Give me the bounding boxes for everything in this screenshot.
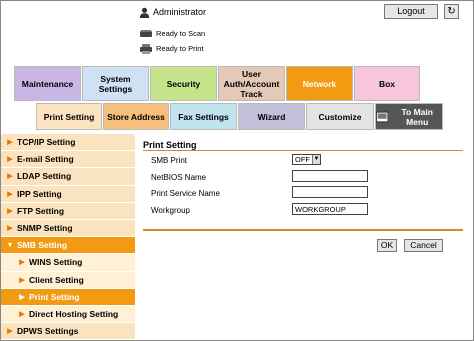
scanner-icon: [140, 30, 152, 38]
tab-security[interactable]: Security: [150, 66, 217, 101]
sidebar-item-label: LDAP Setting: [17, 171, 72, 182]
arrow-right-icon: ▶: [7, 328, 13, 336]
workgroup-label: Workgroup: [151, 206, 190, 215]
arrow-right-icon: ▶: [7, 173, 13, 181]
arrow-right-icon: ▶: [19, 293, 25, 301]
content-divider: [143, 229, 463, 231]
tab-maintenance[interactable]: Maintenance: [14, 66, 81, 101]
sidebar-item-label: E-mail Setting: [17, 154, 74, 165]
print-service-name-input[interactable]: [292, 186, 368, 198]
scan-status-text: Ready to Scan: [156, 29, 206, 39]
netbios-name-input[interactable]: [292, 170, 368, 182]
sidebar-item-tcpip[interactable]: ▶ TCP/IP Setting: [1, 134, 135, 152]
sidebar-item-label: WINS Setting: [29, 257, 83, 268]
sidebar-item-label: Client Setting: [29, 274, 84, 285]
arrow-down-icon: ▼: [6, 241, 14, 249]
smb-print-select[interactable]: OFF ▼: [292, 154, 321, 165]
sidebar-item-label: Direct Hosting Setting: [29, 308, 119, 319]
web-frame: Administrator Logout ↻ Ready to Scan Rea…: [0, 0, 474, 341]
netbios-name-label: NetBIOS Name: [151, 173, 207, 182]
printer-icon: [140, 44, 152, 55]
smb-print-value: OFF: [295, 155, 310, 164]
tab-user-auth[interactable]: User Auth/Account Track: [218, 66, 285, 101]
arrow-right-icon: ▶: [7, 156, 13, 164]
print-status-text: Ready to Print: [156, 44, 204, 54]
sidebar-item-label: Print Setting: [29, 291, 80, 302]
title-divider: [143, 150, 463, 151]
tab-box[interactable]: Box: [354, 66, 420, 101]
to-main-menu-button[interactable]: To Main Menu: [375, 103, 443, 130]
user-icon: [139, 7, 150, 18]
sidebar-item-label: IPP Setting: [17, 188, 62, 199]
sidebar-item-label: FTP Setting: [17, 205, 65, 216]
subtab-wizard[interactable]: Wizard: [238, 103, 305, 130]
print-service-name-label: Print Service Name: [151, 189, 220, 198]
arrow-right-icon: ▶: [7, 190, 13, 198]
ok-button[interactable]: OK: [377, 239, 397, 252]
sidebar-item-snmp[interactable]: ▶ SNMP Setting: [1, 219, 135, 238]
sidebar-item-ftp[interactable]: ▶ FTP Setting: [1, 202, 135, 220]
sidebar-item-label: TCP/IP Setting: [17, 137, 76, 148]
user-name: Administrator: [153, 7, 207, 17]
subtab-print-setting[interactable]: Print Setting: [36, 103, 102, 130]
sidebar-item-wins[interactable]: ▶ WINS Setting: [1, 254, 135, 272]
subtab-store-address[interactable]: Store Address: [103, 103, 169, 130]
arrow-right-icon: ▶: [19, 310, 25, 318]
cancel-button[interactable]: Cancel: [404, 239, 443, 252]
to-main-menu-label: To Main Menu: [401, 106, 433, 127]
arrow-right-icon: ▶: [7, 225, 13, 233]
arrow-right-icon: ▶: [19, 276, 25, 284]
sidebar-item-print-setting[interactable]: ▶ Print Setting: [1, 288, 135, 306]
sidebar-item-direct-hosting[interactable]: ▶ Direct Hosting Setting: [1, 305, 135, 324]
sidebar: ▶ TCP/IP Setting ▶ E-mail Setting ▶ LDAP Se…: [1, 134, 135, 340]
sidebar-item-label: SNMP Setting: [17, 223, 73, 234]
sidebar-item-email[interactable]: ▶ E-mail Setting: [1, 151, 135, 169]
sidebar-item-label: DPWS Settings: [17, 326, 79, 337]
print-status: Ready to Print: [139, 43, 204, 55]
arrow-right-icon: ▶: [19, 259, 25, 267]
sidebar-item-label: SMB Setting: [17, 240, 68, 251]
logout-button[interactable]: Logout: [384, 4, 438, 19]
sidebar-item-ipp[interactable]: ▶ IPP Setting: [1, 185, 135, 203]
subtab-customize[interactable]: Customize: [306, 103, 374, 130]
refresh-icon: ↻: [447, 6, 456, 17]
tab-system-settings[interactable]: System Settings: [82, 66, 149, 101]
sidebar-item-ldap[interactable]: ▶ LDAP Setting: [1, 168, 135, 186]
home-icon: [376, 111, 389, 122]
chevron-down-icon: ▼: [312, 155, 320, 164]
refresh-button[interactable]: ↻: [444, 4, 459, 19]
workgroup-input[interactable]: [292, 203, 368, 215]
scan-status: Ready to Scan: [139, 28, 205, 40]
sidebar-item-smb[interactable]: ▼ SMB Setting: [1, 237, 135, 255]
sidebar-item-client[interactable]: ▶ Client Setting: [1, 271, 135, 289]
sidebar-item-dpws[interactable]: ▶ DPWS Settings: [1, 323, 135, 340]
subtab-fax-settings[interactable]: Fax Settings: [170, 103, 237, 130]
tab-network[interactable]: Network: [286, 66, 353, 101]
smb-print-label: SMB Print: [151, 156, 188, 165]
page-title: Print Setting: [143, 140, 197, 150]
arrow-right-icon: ▶: [7, 207, 13, 215]
arrow-right-icon: ▶: [7, 139, 13, 147]
